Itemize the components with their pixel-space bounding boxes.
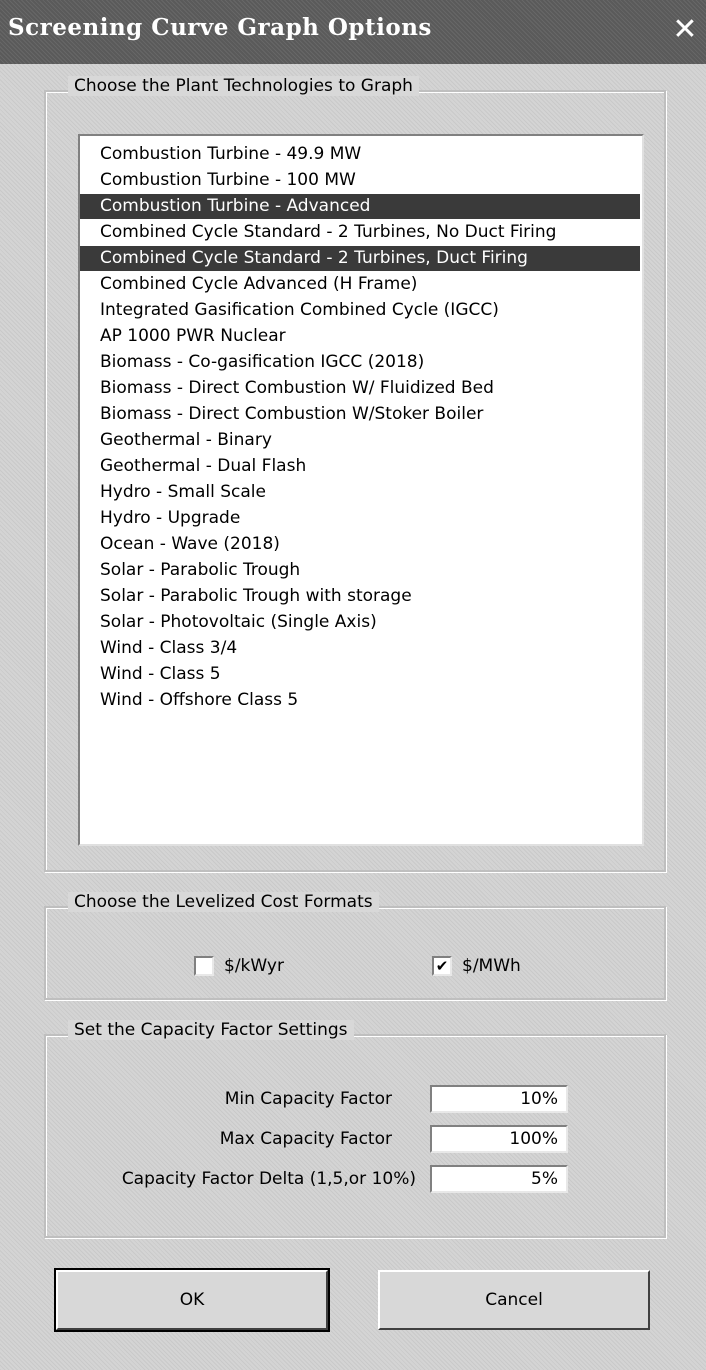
list-item[interactable]: Geothermal - Binary xyxy=(80,428,640,453)
formats-group: Choose the Levelized Cost Formats xyxy=(44,892,666,1000)
list-item[interactable]: Biomass - Co-gasification IGCC (2018) xyxy=(80,350,640,375)
kwyr-option[interactable]: $/kWyr xyxy=(194,956,284,976)
list-item[interactable]: Solar - Parabolic Trough with storage xyxy=(80,584,640,609)
max-capacity-input[interactable]: 100% xyxy=(430,1125,568,1153)
formats-group-label: Choose the Levelized Cost Formats xyxy=(68,892,379,912)
mwh-label: $/MWh xyxy=(462,956,521,976)
close-icon[interactable]: ✕ xyxy=(666,10,704,50)
technologies-listbox[interactable]: Combustion Turbine - 49.9 MW Combustion T… xyxy=(78,134,644,846)
list-item[interactable]: Combined Cycle Advanced (H Frame) xyxy=(80,272,640,297)
list-item[interactable]: Hydro - Upgrade xyxy=(80,506,640,531)
list-item[interactable]: Wind - Offshore Class 5 xyxy=(80,688,640,713)
list-item[interactable]: Combustion Turbine - Advanced xyxy=(80,194,640,219)
min-capacity-label: Min Capacity Factor xyxy=(224,1089,392,1109)
list-item[interactable]: Wind - Class 3/4 xyxy=(80,636,640,661)
list-item[interactable]: Solar - Parabolic Trough xyxy=(80,558,640,583)
list-item[interactable]: AP 1000 PWR Nuclear xyxy=(80,324,640,349)
list-item[interactable]: Biomass - Direct Combustion W/ Fluidized… xyxy=(80,376,640,401)
title-bar: Screening Curve Graph Options ✕ xyxy=(0,0,706,64)
list-item[interactable]: Hydro - Small Scale xyxy=(80,480,640,505)
capacity-delta-label: Capacity Factor Delta (1,5,or 10%) xyxy=(121,1169,416,1189)
list-item[interactable]: Combustion Turbine - 49.9 MW xyxy=(80,142,640,167)
kwyr-label: $/kWyr xyxy=(224,956,284,976)
max-capacity-label: Max Capacity Factor xyxy=(219,1129,392,1149)
window-title: Screening Curve Graph Options xyxy=(8,14,432,41)
list-item[interactable]: Wind - Class 5 xyxy=(80,662,640,687)
ok-button[interactable]: OK xyxy=(54,1268,330,1332)
list-item[interactable]: Combustion Turbine - 100 MW xyxy=(80,168,640,193)
list-item[interactable]: Combined Cycle Standard - 2 Turbines, No… xyxy=(80,220,640,245)
list-item[interactable]: Geothermal - Dual Flash xyxy=(80,454,640,479)
mwh-option[interactable]: ✔ $/MWh xyxy=(432,956,521,976)
technologies-group-label: Choose the Plant Technologies to Graph xyxy=(68,76,419,96)
list-item[interactable]: Solar - Photovoltaic (Single Axis) xyxy=(80,610,640,635)
min-capacity-input[interactable]: 10% xyxy=(430,1085,568,1113)
list-item[interactable]: Integrated Gasification Combined Cycle (… xyxy=(80,298,640,323)
list-item[interactable]: Combined Cycle Standard - 2 Turbines, Du… xyxy=(80,246,640,271)
cancel-button[interactable]: Cancel xyxy=(378,1270,650,1330)
capacity-group-label: Set the Capacity Factor Settings xyxy=(68,1020,354,1040)
list-item[interactable]: Ocean - Wave (2018) xyxy=(80,532,640,557)
list-item[interactable]: Biomass - Direct Combustion W/Stoker Boi… xyxy=(80,402,640,427)
kwyr-checkbox[interactable] xyxy=(194,956,214,976)
capacity-delta-input[interactable]: 5% xyxy=(430,1165,568,1193)
mwh-checkbox[interactable]: ✔ xyxy=(432,956,452,976)
